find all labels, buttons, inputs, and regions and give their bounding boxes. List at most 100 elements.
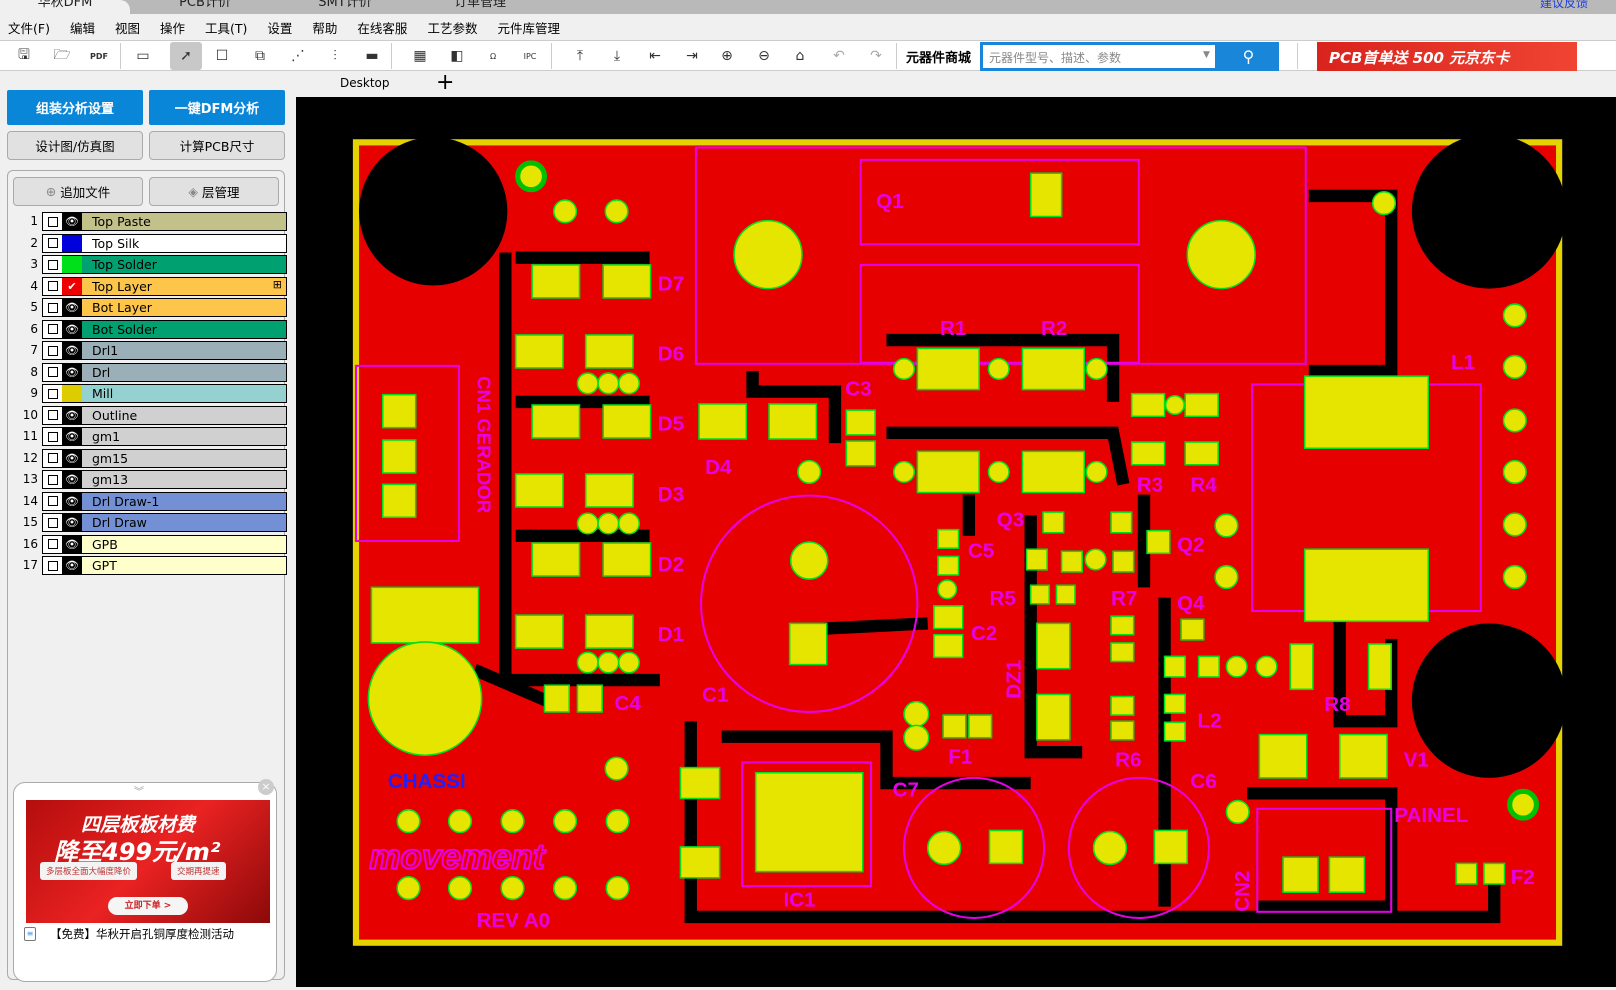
layer-checkbox[interactable] [43,342,62,359]
layer-row[interactable]: 7 👁 Drl1 [20,341,287,360]
menu-file[interactable]: 文件(F) [8,18,50,37]
layer-checkbox[interactable] [43,234,62,252]
eye-hidden-icon[interactable]: 👁 [62,320,82,338]
layer-row[interactable]: 9 Mill [20,384,287,403]
select-cursor-icon[interactable]: ➚ [170,42,202,70]
align-left-icon[interactable]: ⇤ [643,45,667,67]
assembly-settings-button[interactable]: 组装分析设置 [7,90,143,125]
layer-item[interactable]: 👁 GPT [42,556,287,575]
pcb-view[interactable]: Q1 D7 D6 D5 D4 D3 D2 D1 CN1 GERADOR C3 R… [296,97,1616,987]
layer-color-swatch[interactable] [62,256,82,273]
tab-desktop[interactable]: Desktop [340,76,390,90]
layer-checkbox[interactable] [43,471,62,488]
route-icon[interactable]: ⋰ [286,45,310,67]
ohm-icon[interactable]: Ω [481,45,505,67]
layer-checkbox[interactable] [43,320,62,338]
layer-row[interactable]: 8 👁 Drl [20,362,287,382]
layer-row[interactable]: 17 👁 GPT [20,556,287,575]
layer-color-swatch[interactable] [62,234,82,252]
layer-item[interactable]: 👁 Drl1 [42,341,287,360]
eye-hidden-icon[interactable]: 👁 [62,428,82,445]
eye-hidden-icon[interactable]: 👁 [62,471,82,488]
connect-icon[interactable]: ⫶ [323,45,347,67]
menu-tools[interactable]: 工具(T) [205,18,247,37]
eye-hidden-icon[interactable]: 👁 [62,299,82,316]
align-right-icon[interactable]: ⇥ [680,45,704,67]
grid-icon[interactable]: ⊞ [273,278,282,291]
align-top-icon[interactable]: ⤒ [568,45,592,67]
layer-checkbox[interactable] [43,385,62,402]
layer-item[interactable]: 👁 Bot Layer [42,298,287,317]
ad-caption-link[interactable]: 【免费】华秋开启孔铜厚度检测活动 [50,926,234,942]
layer-row[interactable]: 11 👁 gm1 [20,427,287,446]
ad-cta-button[interactable]: 立即下单 > [108,897,188,915]
menu-process-params[interactable]: 工艺参数 [427,18,477,37]
menu-library[interactable]: 元件库管理 [497,18,560,37]
layer-row[interactable]: 3 Top Solder [20,255,287,274]
layer-checkbox[interactable] [43,256,62,273]
layer-row[interactable]: 15 👁 Drl Draw [20,513,287,532]
chevron-down-icon[interactable]: ▼ [1203,50,1210,60]
zoom-out-icon[interactable]: ⊖ [752,45,776,67]
align-bottom-icon[interactable]: ⤓ [605,45,629,67]
component-icon[interactable]: ◧ [445,45,469,67]
calc-pcb-size-button[interactable]: 计算PCB尺寸 [149,131,285,160]
board-select-icon[interactable]: ☐ [210,45,234,67]
add-tab-icon[interactable]: + [436,71,454,95]
layer-row[interactable]: 1 👁 Top Paste [20,212,287,231]
search-button[interactable]: ⚲ [1218,42,1279,71]
layer-checkbox[interactable] [43,406,62,424]
menu-settings[interactable]: 设置 [267,18,292,37]
layer-item[interactable]: 👁 gm15 [42,448,287,468]
home-icon[interactable]: ⌂ [788,45,812,67]
layer-item[interactable]: Top Solder [42,255,287,274]
tab-smt-pricing[interactable]: SMT计价 [280,0,410,14]
layer-row[interactable]: 12 👁 gm15 [20,448,287,468]
menu-edit[interactable]: 编辑 [70,18,95,37]
add-file-button[interactable]: ⊕ 追加文件 [13,177,143,206]
pcb-canvas[interactable]: Q1 D7 D6 D5 D4 D3 D2 D1 CN1 GERADOR C3 R… [296,97,1616,987]
feedback-link[interactable]: 建议反馈 [1540,0,1588,11]
panel-icon[interactable]: ▦ [408,45,432,67]
layer-checkbox[interactable] [43,213,62,230]
layer-checkbox[interactable] [43,363,62,381]
layer-checkbox[interactable] [43,299,62,316]
save-icon[interactable]: 🖫 [12,45,36,67]
menu-operate[interactable]: 操作 [160,18,185,37]
close-icon[interactable]: × [258,779,274,795]
eye-hidden-icon[interactable]: 👁 [62,557,82,574]
pdf-icon[interactable]: PDF [87,45,111,67]
design-view-button[interactable]: 设计图/仿真图 [7,131,143,160]
layer-checkbox[interactable] [43,277,62,295]
ad-banner[interactable]: 四层板板材费 降至499元/m² 多层板全面大幅度降价 交期再提速 立即下单 > [26,800,270,923]
zoom-in-icon[interactable]: ⊕ [715,45,739,67]
eye-hidden-icon[interactable]: 👁 [62,535,82,553]
one-click-dfm-button[interactable]: 一键DFM分析 [149,90,285,125]
layer-item[interactable]: ✔ Top Layer ⊞ [42,276,287,296]
layout-icon[interactable]: ▭ [131,45,155,67]
eye-hidden-icon[interactable]: 👁 [62,406,82,424]
layer-item[interactable]: Top Silk [42,233,287,253]
collapse-chevron-icon[interactable]: ︾ [134,783,144,798]
eye-hidden-icon[interactable]: 👁 [62,342,82,359]
eye-hidden-icon[interactable]: 👁 [62,363,82,381]
layer-item[interactable]: 👁 Bot Solder [42,319,287,339]
layer-item[interactable]: 👁 gm13 [42,470,287,489]
layer-item[interactable]: 👁 Drl Draw [42,513,287,532]
layer-checkbox[interactable] [43,535,62,553]
open-folder-icon[interactable]: 🗁 [50,45,74,67]
component-search-input[interactable]: 元器件型号、描述、参数 [980,42,1218,71]
layer-item[interactable]: 👁 gm1 [42,427,287,446]
menu-support[interactable]: 在线客服 [357,18,407,37]
layer-item[interactable]: 👁 GPB [42,534,287,554]
layer-row[interactable]: 2 Top Silk [20,233,287,253]
layer-row[interactable]: 5 👁 Bot Layer [20,298,287,317]
layer-row[interactable]: 13 👁 gm13 [20,470,287,489]
layer-row[interactable]: 10 👁 Outline [20,405,287,425]
layer-checkbox[interactable] [43,492,62,510]
layer-manager-button[interactable]: ◈ 层管理 [149,177,279,206]
checkmark-icon[interactable]: ✔ [62,277,82,295]
undo-icon[interactable]: ↶ [827,45,851,67]
layer-item[interactable]: Mill [42,384,287,403]
eye-hidden-icon[interactable]: 👁 [62,514,82,531]
